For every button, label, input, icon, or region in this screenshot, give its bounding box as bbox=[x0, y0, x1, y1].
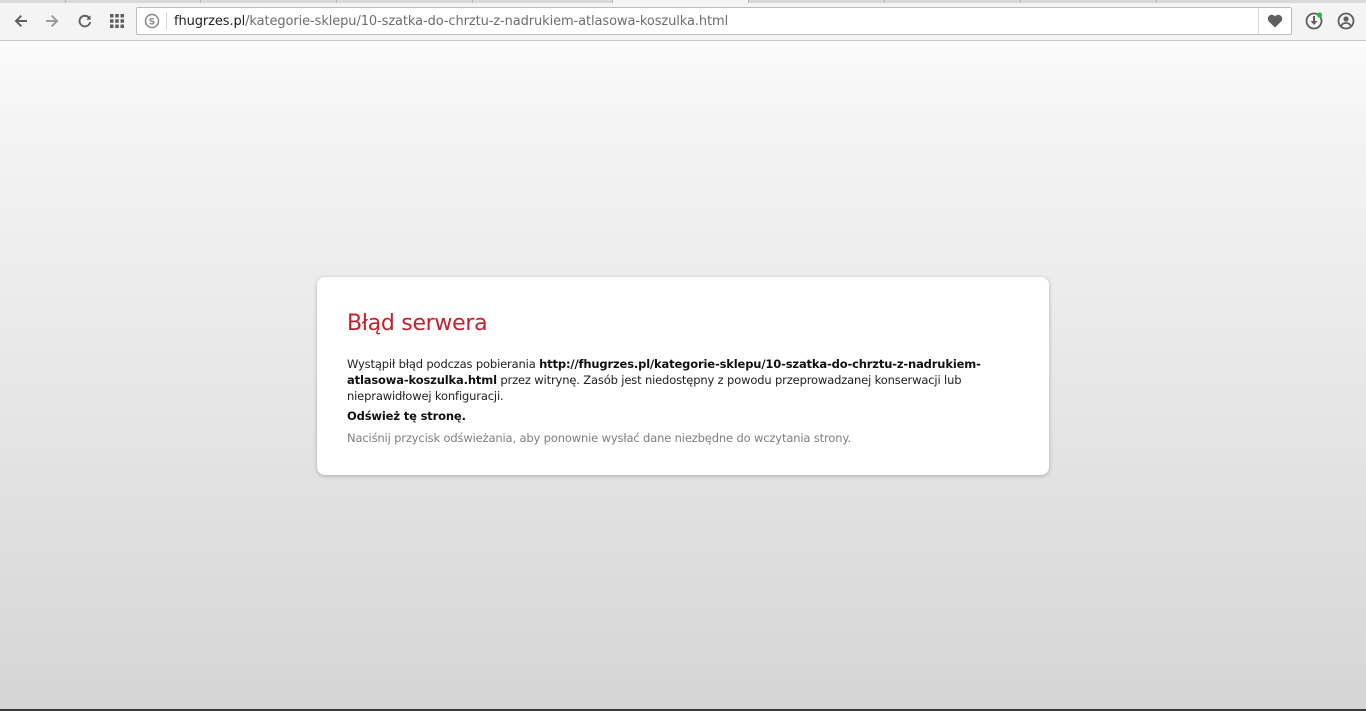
error-description: Wystąpił błąd podczas pobierania http://… bbox=[347, 356, 1027, 404]
profile-button[interactable] bbox=[1334, 9, 1358, 33]
browser-toolbar: S fhugrzes.pl/kategorie-sklepu/10-szatka… bbox=[0, 3, 1366, 41]
error-card: Błąd serwera Wystąpił błąd podczas pobie… bbox=[317, 277, 1049, 475]
reload-icon bbox=[78, 14, 92, 28]
heart-icon bbox=[1267, 14, 1283, 28]
downloads-button[interactable] bbox=[1302, 9, 1326, 33]
error-desc-prefix: Wystąpił błąd podczas pobierania bbox=[347, 357, 540, 371]
url-text[interactable]: fhugrzes.pl/kategorie-sklepu/10-szatka-d… bbox=[174, 14, 728, 29]
speed-dial-button[interactable] bbox=[105, 9, 129, 33]
forward-button[interactable] bbox=[40, 9, 64, 33]
download-icon bbox=[1305, 12, 1323, 30]
back-button[interactable] bbox=[9, 9, 33, 33]
error-title: Błąd serwera bbox=[347, 311, 488, 336]
svg-text:S: S bbox=[149, 18, 155, 28]
url-path: /kategorie-sklepu/10-szatka-do-chrztu-z-… bbox=[245, 14, 729, 29]
stash-button[interactable] bbox=[1258, 8, 1291, 34]
grid-icon bbox=[110, 14, 124, 28]
profile-icon bbox=[1337, 12, 1355, 30]
arrow-left-icon bbox=[14, 15, 27, 27]
url-host: fhugrzes.pl bbox=[174, 14, 246, 29]
address-bar[interactable]: S fhugrzes.pl/kategorie-sklepu/10-szatka… bbox=[136, 7, 1292, 35]
site-info-icon[interactable]: S bbox=[144, 13, 160, 29]
error-subheading: Odśwież tę stronę. bbox=[347, 409, 466, 423]
reload-button[interactable] bbox=[73, 9, 97, 33]
arrow-right-icon bbox=[46, 15, 59, 27]
address-separator bbox=[166, 12, 167, 30]
error-hint: Naciśnij przycisk odświeżania, aby ponow… bbox=[347, 431, 851, 445]
